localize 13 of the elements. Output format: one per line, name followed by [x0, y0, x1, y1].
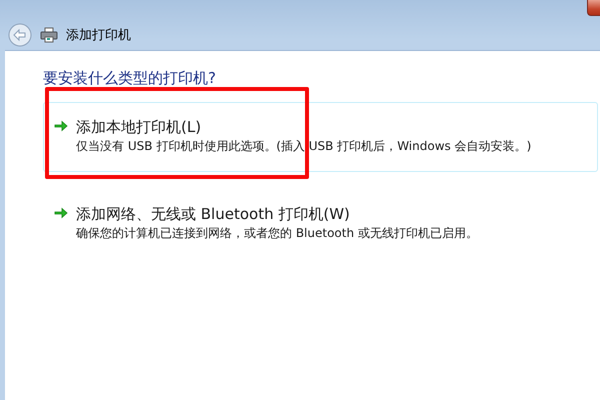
arrow-icon — [54, 207, 68, 219]
heading: 要安装什么类型的打印机? — [43, 69, 217, 88]
back-button[interactable] — [8, 22, 32, 46]
option-item[interactable]: 添加网络、无线或 Bluetooth 打印机(W) 确保您的计算机已连接到网络，或者您的 Bluetooth 或无线打印机已启用。 — [43, 189, 598, 259]
option-title: 添加本地打印机(L) — [76, 117, 202, 137]
option-description: 确保您的计算机已连接到网络，或者您的 Bluetooth 或无线打印机已启用。 — [76, 225, 478, 242]
close-button[interactable] — [587, 0, 600, 16]
option-title: 添加网络、无线或 Bluetooth 打印机(W) — [76, 204, 351, 224]
option-item[interactable]: 添加本地打印机(L) 仅当没有 USB 打印机时使用此选项。(插入 USB 打印机后，Windows 会自动安装。) — [43, 102, 598, 172]
arrow-icon — [54, 120, 68, 132]
printer-icon — [40, 26, 58, 42]
option-description: 仅当没有 USB 打印机时使用此选项。(插入 USB 打印机后，Windows 会自动安装。) — [76, 138, 532, 155]
window-title: 添加打印机 — [66, 26, 131, 44]
